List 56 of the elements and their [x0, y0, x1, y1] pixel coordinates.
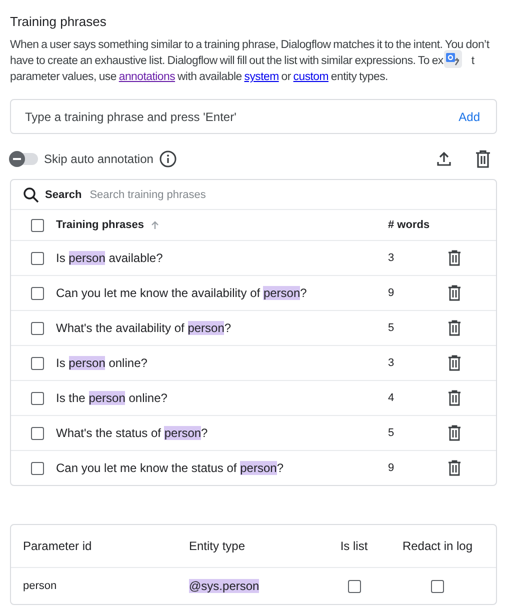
delete-icon[interactable] — [448, 285, 461, 302]
training-phrase[interactable]: What's the status of person? — [56, 426, 388, 440]
row-checkbox[interactable] — [31, 392, 44, 405]
delete-icon[interactable] — [448, 460, 461, 476]
parameter-id: person — [23, 580, 58, 592]
training-phrase[interactable]: Can you let me know the availability of person? — [56, 286, 388, 300]
section-title: Training phrases — [10, 14, 108, 29]
word-count: 5 — [388, 322, 396, 334]
word-count: 9 — [388, 462, 396, 474]
delete-icon[interactable] — [448, 425, 461, 442]
delete-icon[interactable] — [448, 390, 461, 406]
word-count: 5 — [388, 427, 396, 440]
training-phrase[interactable]: Is person available? — [56, 251, 388, 266]
entity-type[interactable]: @sys.person — [189, 579, 260, 594]
word-count: 4 — [388, 392, 396, 404]
search-field[interactable]: Search training phrases — [88, 188, 484, 202]
column-header[interactable]: Training phrases — [56, 219, 388, 232]
custom-link[interactable]: custom — [293, 71, 329, 84]
toggle-label: Skip auto annotation — [44, 152, 154, 166]
column-header: Entity type — [189, 539, 246, 554]
column-header: # words — [388, 219, 431, 232]
training-phrase[interactable]: What's the availability of person? — [56, 321, 388, 336]
toggle-switch[interactable] — [10, 153, 38, 166]
redact-checkbox[interactable] — [431, 580, 444, 593]
column-header: Parameter id — [23, 539, 93, 554]
row-checkbox[interactable] — [31, 426, 44, 440]
column-header: Redact in log — [401, 539, 474, 554]
training-phrase[interactable]: Is person online? — [56, 356, 388, 370]
training-phrase[interactable]: Is the person online? — [56, 391, 388, 406]
is-list-checkbox[interactable] — [348, 580, 360, 593]
info-icon[interactable] — [159, 150, 178, 168]
sort-arrow-icon[interactable] — [150, 220, 160, 230]
delete-icon[interactable] — [448, 250, 461, 266]
row-checkbox[interactable] — [31, 462, 44, 475]
system-link[interactable]: system — [244, 71, 279, 84]
description-text: When a user says something similar to a training phrase, Dialogflow matches it to the intent. You don’t have to create an exhaustive list. Dialogflow will fill out the list with similar expressions. To ex t parameter values, use annotations with available system or custom entity types. — [10, 38, 490, 86]
phrase-input-field[interactable]: Type a training phrase and press 'Enter' Add — [10, 99, 497, 134]
search-icon — [23, 186, 39, 203]
word-count: 3 — [388, 252, 396, 264]
delete-icon[interactable] — [475, 150, 491, 168]
add-button[interactable]: Add — [454, 106, 484, 128]
training-phrase[interactable]: Can you let me know the status of person? — [56, 461, 388, 476]
column-header: Is list — [339, 539, 369, 554]
search-label: Search — [45, 188, 82, 201]
row-checkbox[interactable] — [31, 286, 44, 300]
select-all-checkbox[interactable] — [31, 218, 44, 232]
row-checkbox[interactable] — [31, 322, 44, 335]
word-count: 3 — [388, 357, 396, 370]
delete-icon[interactable] — [448, 320, 461, 336]
translate-icon[interactable] — [443, 49, 464, 69]
delete-icon[interactable] — [448, 355, 461, 372]
row-checkbox[interactable] — [31, 356, 44, 370]
word-count: 9 — [388, 287, 396, 300]
annotations-link[interactable]: annotations — [118, 71, 176, 84]
row-checkbox[interactable] — [31, 252, 44, 265]
upload-icon[interactable] — [435, 150, 453, 168]
